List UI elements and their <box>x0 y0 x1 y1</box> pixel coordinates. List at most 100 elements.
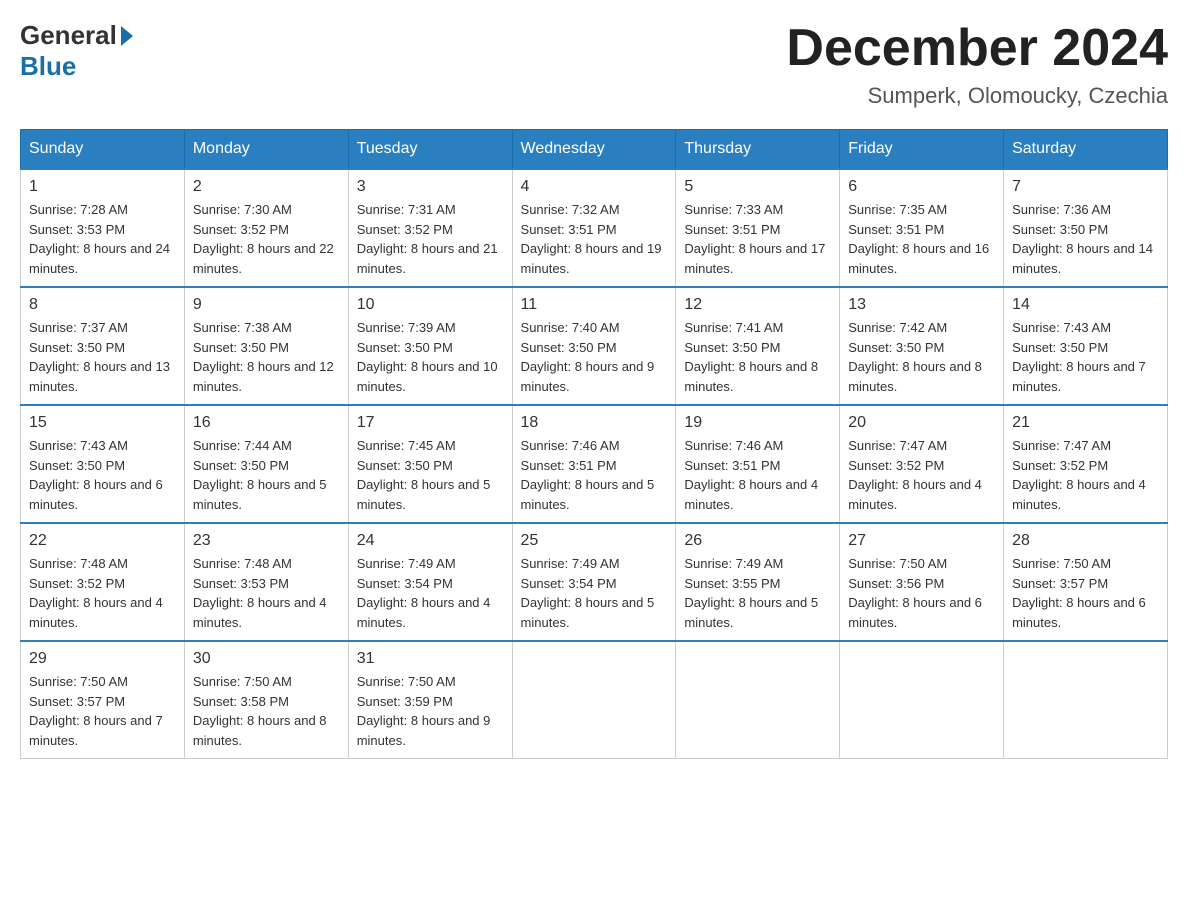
day-number: 2 <box>193 178 340 196</box>
title-section: December 2024 Sumperk, Olomoucky, Czechi… <box>786 20 1168 109</box>
calendar-cell: 21 Sunrise: 7:47 AMSunset: 3:52 PMDayligh… <box>1004 405 1168 523</box>
logo-blue-text: Blue <box>20 51 76 82</box>
calendar-cell <box>676 641 840 759</box>
calendar-cell: 26 Sunrise: 7:49 AMSunset: 3:55 PMDayligh… <box>676 523 840 641</box>
day-info: Sunrise: 7:42 AMSunset: 3:50 PMDaylight:… <box>848 318 995 396</box>
week-row-3: 15 Sunrise: 7:43 AMSunset: 3:50 PMDayligh… <box>21 405 1168 523</box>
day-info: Sunrise: 7:43 AMSunset: 3:50 PMDaylight:… <box>29 436 176 514</box>
calendar-subtitle: Sumperk, Olomoucky, Czechia <box>786 83 1168 109</box>
day-info: Sunrise: 7:35 AMSunset: 3:51 PMDaylight:… <box>848 200 995 278</box>
day-info: Sunrise: 7:50 AMSunset: 3:56 PMDaylight:… <box>848 554 995 632</box>
day-number: 15 <box>29 414 176 432</box>
calendar-cell: 7 Sunrise: 7:36 AMSunset: 3:50 PMDaylight… <box>1004 169 1168 287</box>
day-number: 1 <box>29 178 176 196</box>
day-number: 18 <box>521 414 668 432</box>
day-info: Sunrise: 7:31 AMSunset: 3:52 PMDaylight:… <box>357 200 504 278</box>
day-info: Sunrise: 7:50 AMSunset: 3:57 PMDaylight:… <box>1012 554 1159 632</box>
day-number: 7 <box>1012 178 1159 196</box>
day-number: 19 <box>684 414 831 432</box>
logo-arrow-icon <box>121 26 133 46</box>
calendar-cell: 2 Sunrise: 7:30 AMSunset: 3:52 PMDaylight… <box>184 169 348 287</box>
day-info: Sunrise: 7:44 AMSunset: 3:50 PMDaylight:… <box>193 436 340 514</box>
calendar-cell: 27 Sunrise: 7:50 AMSunset: 3:56 PMDayligh… <box>840 523 1004 641</box>
day-number: 23 <box>193 532 340 550</box>
calendar-cell: 24 Sunrise: 7:49 AMSunset: 3:54 PMDayligh… <box>348 523 512 641</box>
day-number: 28 <box>1012 532 1159 550</box>
day-info: Sunrise: 7:45 AMSunset: 3:50 PMDaylight:… <box>357 436 504 514</box>
calendar-cell <box>512 641 676 759</box>
day-info: Sunrise: 7:49 AMSunset: 3:54 PMDaylight:… <box>521 554 668 632</box>
calendar-cell: 19Sunrise: 7:46 AMSunset: 3:51 PMDayligh… <box>676 405 840 523</box>
day-info: Sunrise: 7:36 AMSunset: 3:50 PMDaylight:… <box>1012 200 1159 278</box>
day-number: 8 <box>29 296 176 314</box>
calendar-cell: 23 Sunrise: 7:48 AMSunset: 3:53 PMDayligh… <box>184 523 348 641</box>
week-row-2: 8Sunrise: 7:37 AMSunset: 3:50 PMDaylight… <box>21 287 1168 405</box>
calendar-cell: 1 Sunrise: 7:28 AMSunset: 3:53 PMDaylight… <box>21 169 185 287</box>
day-number: 17 <box>357 414 504 432</box>
calendar-cell: 28 Sunrise: 7:50 AMSunset: 3:57 PMDayligh… <box>1004 523 1168 641</box>
day-header-wednesday: Wednesday <box>512 130 676 170</box>
logo-blue-part <box>117 26 135 46</box>
day-info: Sunrise: 7:39 AMSunset: 3:50 PMDaylight:… <box>357 318 504 396</box>
day-info: Sunrise: 7:49 AMSunset: 3:55 PMDaylight:… <box>684 554 831 632</box>
day-info: Sunrise: 7:47 AMSunset: 3:52 PMDaylight:… <box>1012 436 1159 514</box>
day-header-monday: Monday <box>184 130 348 170</box>
calendar-title: December 2024 <box>786 20 1168 77</box>
logo: General Blue <box>20 20 135 82</box>
calendar-cell: 14 Sunrise: 7:43 AMSunset: 3:50 PMDayligh… <box>1004 287 1168 405</box>
day-header-thursday: Thursday <box>676 130 840 170</box>
day-number: 24 <box>357 532 504 550</box>
week-row-4: 22Sunrise: 7:48 AMSunset: 3:52 PMDayligh… <box>21 523 1168 641</box>
day-number: 31 <box>357 650 504 668</box>
day-number: 26 <box>684 532 831 550</box>
calendar-cell: 29 Sunrise: 7:50 AMSunset: 3:57 PMDayligh… <box>21 641 185 759</box>
day-info: Sunrise: 7:32 AMSunset: 3:51 PMDaylight:… <box>521 200 668 278</box>
day-number: 4 <box>521 178 668 196</box>
week-row-1: 1 Sunrise: 7:28 AMSunset: 3:53 PMDaylight… <box>21 169 1168 287</box>
calendar-cell <box>1004 641 1168 759</box>
calendar-cell: 16 Sunrise: 7:44 AMSunset: 3:50 PMDayligh… <box>184 405 348 523</box>
day-number: 11 <box>521 296 668 314</box>
day-number: 20 <box>848 414 995 432</box>
day-number: 27 <box>848 532 995 550</box>
day-info: Sunrise: 7:43 AMSunset: 3:50 PMDaylight:… <box>1012 318 1159 396</box>
day-number: 21 <box>1012 414 1159 432</box>
day-header-row: SundayMondayTuesdayWednesdayThursdayFrid… <box>21 130 1168 170</box>
calendar-cell: 6 Sunrise: 7:35 AMSunset: 3:51 PMDaylight… <box>840 169 1004 287</box>
calendar-cell: 25 Sunrise: 7:49 AMSunset: 3:54 PMDayligh… <box>512 523 676 641</box>
calendar-cell: 5Sunrise: 7:33 AMSunset: 3:51 PMDaylight… <box>676 169 840 287</box>
calendar-cell: 12 Sunrise: 7:41 AMSunset: 3:50 PMDayligh… <box>676 287 840 405</box>
day-info: Sunrise: 7:48 AMSunset: 3:53 PMDaylight:… <box>193 554 340 632</box>
day-info: Sunrise: 7:30 AMSunset: 3:52 PMDaylight:… <box>193 200 340 278</box>
calendar-cell: 15 Sunrise: 7:43 AMSunset: 3:50 PMDayligh… <box>21 405 185 523</box>
day-info: Sunrise: 7:50 AMSunset: 3:58 PMDaylight:… <box>193 672 340 750</box>
calendar-cell: 30 Sunrise: 7:50 AMSunset: 3:58 PMDayligh… <box>184 641 348 759</box>
day-header-friday: Friday <box>840 130 1004 170</box>
day-info: Sunrise: 7:28 AMSunset: 3:53 PMDaylight:… <box>29 200 176 278</box>
calendar-cell: 17 Sunrise: 7:45 AMSunset: 3:50 PMDayligh… <box>348 405 512 523</box>
day-number: 14 <box>1012 296 1159 314</box>
day-info: Sunrise: 7:46 AMSunset: 3:51 PMDaylight:… <box>521 436 668 514</box>
day-number: 12 <box>684 296 831 314</box>
day-info: Sunrise: 7:47 AMSunset: 3:52 PMDaylight:… <box>848 436 995 514</box>
calendar-cell: 13Sunrise: 7:42 AMSunset: 3:50 PMDayligh… <box>840 287 1004 405</box>
calendar-cell: 18 Sunrise: 7:46 AMSunset: 3:51 PMDayligh… <box>512 405 676 523</box>
calendar-table: SundayMondayTuesdayWednesdayThursdayFrid… <box>20 129 1168 759</box>
day-number: 10 <box>357 296 504 314</box>
day-number: 29 <box>29 650 176 668</box>
day-number: 6 <box>848 178 995 196</box>
day-info: Sunrise: 7:49 AMSunset: 3:54 PMDaylight:… <box>357 554 504 632</box>
calendar-cell: 4 Sunrise: 7:32 AMSunset: 3:51 PMDaylight… <box>512 169 676 287</box>
day-info: Sunrise: 7:40 AMSunset: 3:50 PMDaylight:… <box>521 318 668 396</box>
calendar-cell: 8Sunrise: 7:37 AMSunset: 3:50 PMDaylight… <box>21 287 185 405</box>
logo-general-text: General <box>20 20 117 51</box>
day-number: 5 <box>684 178 831 196</box>
day-number: 25 <box>521 532 668 550</box>
day-info: Sunrise: 7:41 AMSunset: 3:50 PMDaylight:… <box>684 318 831 396</box>
day-number: 30 <box>193 650 340 668</box>
day-number: 16 <box>193 414 340 432</box>
day-info: Sunrise: 7:48 AMSunset: 3:52 PMDaylight:… <box>29 554 176 632</box>
day-header-tuesday: Tuesday <box>348 130 512 170</box>
calendar-cell: 31Sunrise: 7:50 AMSunset: 3:59 PMDayligh… <box>348 641 512 759</box>
day-info: Sunrise: 7:50 AMSunset: 3:57 PMDaylight:… <box>29 672 176 750</box>
